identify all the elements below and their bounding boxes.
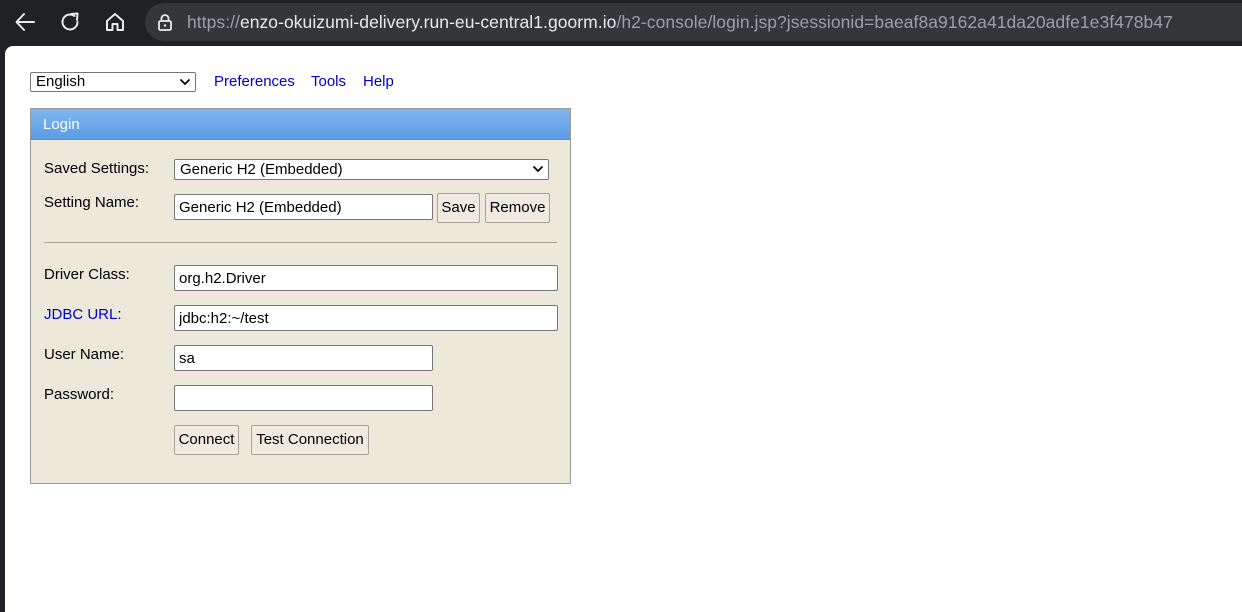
- user-name-label: User Name:: [44, 346, 125, 363]
- password-label: Password:: [44, 386, 115, 403]
- jdbc-url-link[interactable]: JDBC URL: [44, 306, 117, 323]
- save-button[interactable]: Save: [437, 193, 480, 223]
- saved-settings-select[interactable]: Generic H2 (Embedded): [174, 159, 549, 180]
- reload-button[interactable]: [54, 6, 86, 38]
- jdbc-url-input[interactable]: [174, 305, 558, 331]
- saved-settings-label: Saved Settings:: [44, 160, 150, 177]
- page-viewport: English Preferences Tools Help Login Sav…: [5, 46, 1242, 612]
- preferences-link[interactable]: Preferences: [214, 73, 295, 91]
- back-icon: [15, 13, 35, 31]
- password-input[interactable]: [174, 385, 433, 411]
- user-name-input[interactable]: [174, 345, 433, 371]
- language-select-value: English: [36, 73, 86, 90]
- back-button[interactable]: [9, 6, 41, 38]
- url-text[interactable]: https://enzo-okuizumi-delivery.run-eu-ce…: [187, 3, 1173, 41]
- saved-settings-value: Generic H2 (Embedded): [180, 161, 343, 178]
- browser-toolbar: https://enzo-okuizumi-delivery.run-eu-ce…: [0, 0, 1242, 46]
- login-title: Login: [43, 116, 80, 133]
- help-link[interactable]: Help: [363, 73, 394, 91]
- divider: [44, 242, 557, 243]
- url-host: enzo-okuizumi-delivery.run-eu-central1.g…: [239, 12, 617, 32]
- connect-button[interactable]: Connect: [174, 425, 239, 455]
- tools-link[interactable]: Tools: [311, 73, 346, 91]
- jdbc-url-label: JDBC URL:: [44, 306, 122, 324]
- jdbc-url-colon: :: [117, 306, 122, 323]
- test-connection-button[interactable]: Test Connection: [251, 425, 369, 455]
- home-icon: [106, 13, 124, 31]
- setting-name-input[interactable]: [174, 194, 433, 220]
- url-path: /h2-console/login.jsp?jsessionid=baeaf8a…: [616, 12, 1173, 32]
- lock-icon[interactable]: [155, 12, 175, 32]
- login-panel: Login Saved Settings: Generic H2 (Embedd…: [30, 108, 571, 484]
- url-scheme: https://: [187, 12, 240, 32]
- remove-button[interactable]: Remove: [485, 193, 550, 223]
- reload-icon: [61, 12, 79, 31]
- setting-name-label: Setting Name:: [44, 194, 140, 211]
- driver-class-input[interactable]: [174, 265, 558, 291]
- chevron-down-icon: [532, 165, 544, 173]
- driver-class-label: Driver Class:: [44, 266, 130, 283]
- login-panel-header: Login: [31, 109, 570, 140]
- address-bar[interactable]: https://enzo-okuizumi-delivery.run-eu-ce…: [145, 3, 1242, 41]
- chevron-down-icon: [179, 78, 191, 86]
- home-button[interactable]: [99, 6, 131, 38]
- language-select[interactable]: English: [30, 72, 196, 92]
